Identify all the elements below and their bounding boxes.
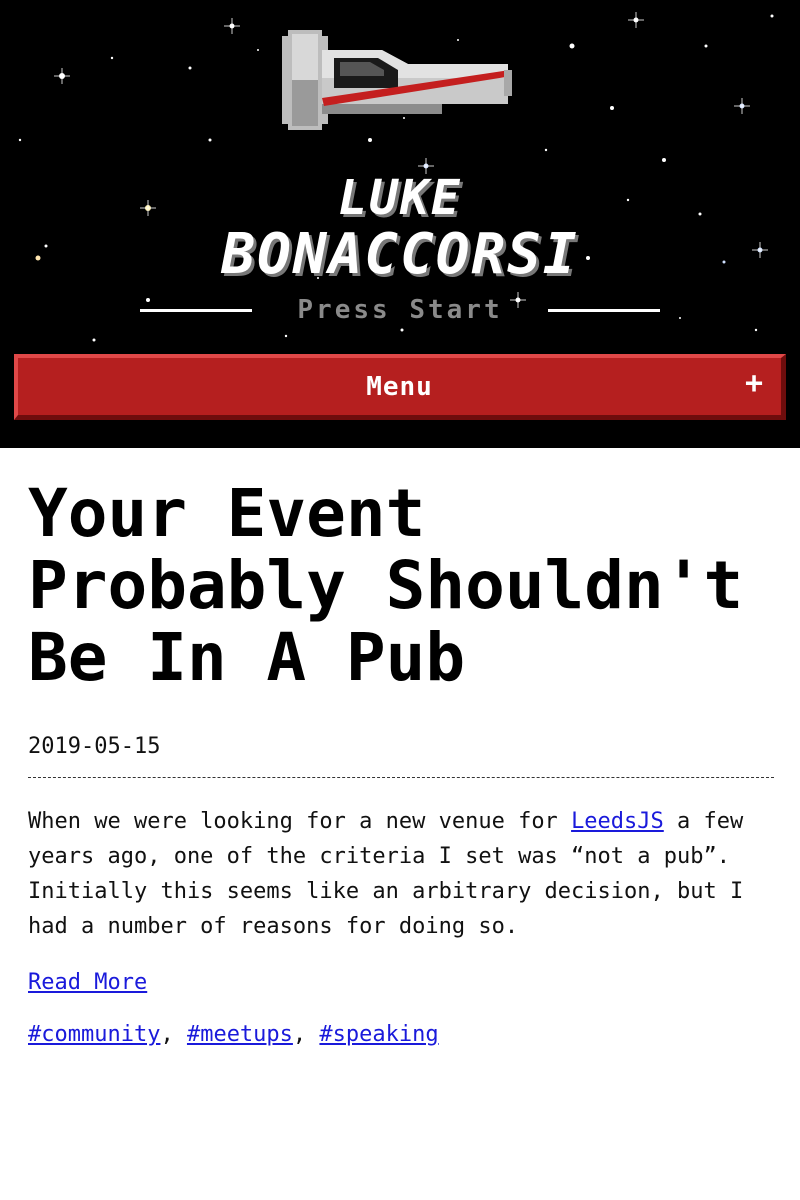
tag-separator: , <box>292 1022 307 1047</box>
excerpt-text-start: When we were looking for a new venue for <box>28 809 572 834</box>
tag-link-meetups[interactable]: #meetups <box>187 1022 293 1047</box>
tag-link-speaking[interactable]: #speaking <box>319 1022 438 1047</box>
spaceship-icon <box>282 30 512 130</box>
read-more-link[interactable]: Read More <box>28 970 147 995</box>
tagline-row: Press Start <box>140 293 660 327</box>
site-title-first-name[interactable]: LUKE <box>0 170 800 226</box>
dashed-divider <box>28 777 774 778</box>
tag-link-community[interactable]: #community <box>28 1022 160 1047</box>
tagline-rule-left <box>140 308 252 312</box>
post-title[interactable]: Your Event Probably Shouldn't Be In A Pu… <box>28 478 774 694</box>
post-excerpt: When we were looking for a new venue for… <box>28 804 774 944</box>
post-date: 2019-05-15 <box>28 734 161 759</box>
menu-label: Menu <box>366 371 433 402</box>
site-header: LUKE BONACCORSI Press Start Menu + <box>0 0 800 448</box>
plus-icon[interactable]: + <box>745 366 763 401</box>
post-summary: Your Event Probably Shouldn't Be In A Pu… <box>28 478 774 1051</box>
site-title-last-name[interactable]: BONACCORSI <box>0 222 800 287</box>
leedsjs-link[interactable]: LeedsJS <box>571 809 664 834</box>
site-tagline: Press Start <box>297 295 503 325</box>
tagline-rule-right <box>548 308 660 312</box>
tag-separator: , <box>160 1022 174 1047</box>
menu-button[interactable]: Menu + <box>14 354 786 420</box>
tag-list: #community, #meetups, #speaking <box>28 1019 774 1051</box>
